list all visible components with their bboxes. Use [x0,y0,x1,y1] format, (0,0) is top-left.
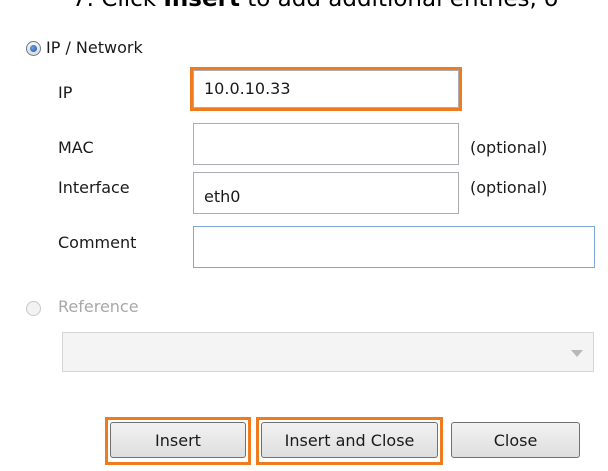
mac-optional-hint: (optional) [470,138,548,157]
interface-label: Interface [58,178,130,197]
mac-label: MAC [58,138,94,157]
reference-radio[interactable] [26,301,41,316]
insert-highlight [105,417,251,465]
chevron-down-icon [571,350,583,357]
reference-select[interactable] [62,332,594,372]
comment-label: Comment [58,233,137,252]
reference-label: Reference [58,297,139,316]
insert-and-close-highlight [256,417,443,465]
ip-network-label: IP / Network [46,38,143,57]
instruction-text: 7. Click Insert to add additional entrie… [72,0,558,12]
interface-optional-hint: (optional) [470,178,548,197]
close-button-label: Close [493,430,538,450]
interface-input-value: eth0 [204,187,241,206]
ip-highlight [190,67,462,111]
ip-network-radio[interactable] [26,41,41,56]
ip-label: IP [58,83,73,102]
interface-input[interactable]: eth0 [193,172,459,214]
comment-input[interactable] [193,226,595,268]
close-button[interactable]: Close [451,422,580,458]
mac-input[interactable] [193,123,459,165]
